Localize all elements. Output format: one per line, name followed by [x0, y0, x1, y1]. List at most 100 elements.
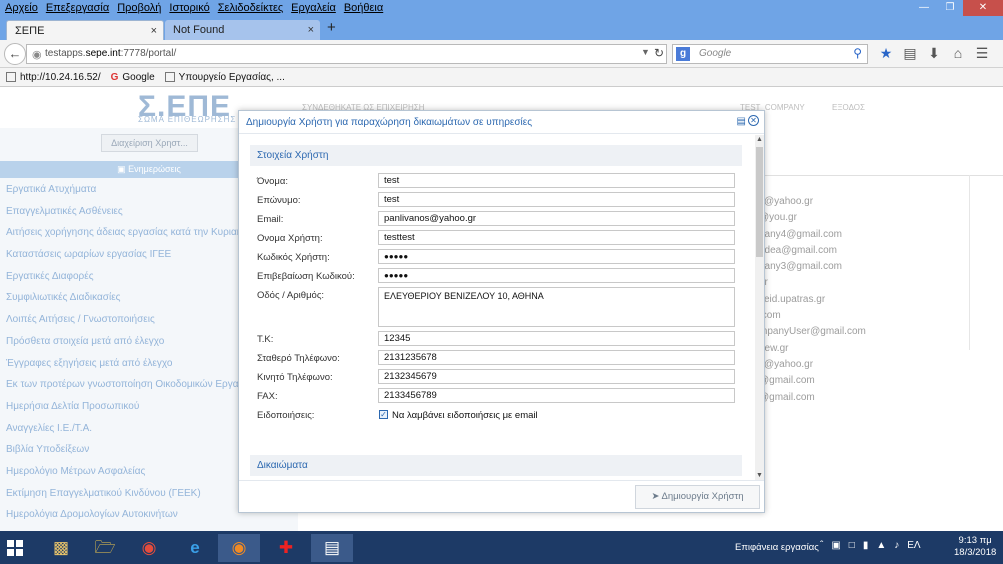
table-row[interactable]: ceid.upatras.gr⚙ [759, 294, 999, 310]
close-tab-icon[interactable]: × [151, 21, 157, 41]
chrome-icon[interactable]: ◉ [128, 534, 170, 562]
restore-icon[interactable]: ❐ [937, 0, 963, 16]
tab-sepe[interactable]: ΣΕΠΕ × [6, 20, 164, 40]
password-field[interactable]: ●●●●● [378, 249, 735, 264]
table-row[interactable]: @gmail.com⚙ [759, 392, 999, 408]
logo-subtitle: ΣΩΜΑ ΕΠΙΘΕΩΡΗΣΗΣ [138, 115, 237, 124]
landline-label: Σταθερό Τηλέφωνο: [257, 353, 340, 364]
tab-title: ΣΕΠΕ [15, 25, 45, 37]
confirm-password-field[interactable]: ●●●●● [378, 268, 735, 283]
new-tab-icon[interactable]: + [327, 19, 336, 36]
table-row[interactable]: @you.gr⚙ [759, 212, 999, 228]
postal-code-field[interactable]: 12345 [378, 331, 735, 346]
explorer-icon[interactable]: ▩ [40, 534, 82, 562]
reload-icon[interactable]: ↻ [654, 46, 664, 60]
menu-tools[interactable]: Εργαλεία [291, 2, 336, 14]
scroll-down-icon[interactable]: ▼ [756, 472, 763, 479]
username-label: Ονομα Χρήστη: [257, 233, 323, 244]
table-row[interactable]: gr⚙ [759, 277, 999, 293]
table-row[interactable]: @gmail.com⚙ [759, 375, 999, 391]
create-user-button[interactable]: ➤ Δημιουργία Χρήστη [635, 485, 760, 509]
notifications-checkbox-label[interactable]: Να λαμβάνει ειδοποιήσεις με email [392, 410, 538, 421]
email-field[interactable]: panlivanos@yahoo.gr [378, 211, 735, 226]
scroll-thumb[interactable] [756, 147, 763, 257]
menu-bookmarks[interactable]: Σελιδοδείκτες [218, 2, 283, 14]
firefox-icon[interactable]: ◉ [218, 534, 260, 562]
search-box[interactable]: g Google ⚲ [672, 44, 868, 64]
internet-explorer-icon[interactable]: e [174, 534, 216, 562]
back-arrow-icon[interactable]: ← [4, 43, 26, 65]
header-logout-link[interactable]: ΕΞΟΔΟΣ [832, 103, 865, 112]
table-row[interactable]: s@yahoo.gr⚙ [759, 196, 999, 212]
table-row[interactable]: mpanyUser@gmail.com⚙ [759, 326, 999, 342]
navigation-bar: ← ◉ testapps.sepe.int:7778/portal/ ▼ ↻ g… [0, 40, 1003, 68]
address-label: Οδός / Αριθμός: [257, 290, 325, 301]
table-row[interactable]: pany4@gmail.com⚙ [759, 229, 999, 245]
search-icon[interactable]: ⚲ [853, 46, 862, 60]
table-row[interactable]: .com⚙ [759, 310, 999, 326]
close-window-icon[interactable]: ✕ [963, 0, 1003, 16]
address-bar[interactable]: ◉ testapps.sepe.int:7778/portal/ ▼ ↻ [26, 44, 667, 64]
bookmark-star-icon[interactable]: ★ [874, 45, 898, 62]
globe-icon: ◉ [32, 49, 42, 61]
tab-bar: ΣΕΠΕ × Not Found × + [0, 16, 1003, 40]
bluetooth-icon[interactable]: □ [849, 540, 855, 551]
download-icon[interactable]: ⬇ [922, 45, 946, 62]
menu-view[interactable]: Προβολή [117, 2, 161, 14]
volume-icon[interactable]: ♪ [894, 540, 899, 551]
manage-users-button[interactable]: Διαχείριση Χρηστ... [101, 134, 198, 152]
window-controls: — ❐ ✕ [911, 0, 1003, 16]
menu-edit[interactable]: Επεξεργασία [46, 2, 109, 14]
menu-file[interactable]: Αρχείο [5, 2, 38, 14]
network-icon[interactable]: ▣ [831, 540, 840, 551]
section-user-info: Στοιχεία Χρήστη [250, 145, 742, 166]
tab-not-found[interactable]: Not Found × [165, 20, 320, 40]
dialog-scrollbar[interactable]: ▲ ▼ [755, 135, 764, 480]
language-indicator[interactable]: ΕΛ [907, 540, 920, 551]
table-row[interactable]: pany3@gmail.com⚙ [759, 261, 999, 277]
google-icon[interactable]: g [676, 47, 690, 61]
folder-icon[interactable]: 🗁 [84, 534, 126, 562]
menu-icon[interactable]: ☰ [970, 45, 994, 62]
app-red-icon[interactable]: ✚ [265, 534, 307, 562]
chevron-down-icon[interactable]: ▼ [641, 47, 650, 57]
address-textarea[interactable]: ΕΛΕΥΘΕΡΙΟΥ ΒΕΝΙΖΕΛΟΥ 10, ΑΘΗΝΑ [378, 287, 735, 327]
home-icon[interactable]: ⌂ [946, 45, 970, 62]
notifications-checkbox[interactable]: ✓ [379, 410, 388, 419]
bookmark-item[interactable]: Υπουργείο Εργασίας, ... [164, 72, 285, 83]
email-column: s@yahoo.gr⚙ @you.gr⚙ pany4@gmail.com⚙ nd… [759, 196, 999, 408]
dialog-footer: ➤ Δημιουργία Χρήστη [239, 480, 764, 513]
clock[interactable]: 9:13 πμ 18/3/2018 [954, 535, 996, 559]
desktop-label[interactable]: Επιφάνεια εργασίας [735, 542, 819, 553]
table-row[interactable]: s@yahoo.gr⚙ [759, 359, 999, 375]
username-field[interactable]: testtest [378, 230, 735, 245]
bookmark-item[interactable]: http://10.24.16.52/ [6, 72, 101, 83]
bookmark-item[interactable]: G Google [111, 72, 155, 83]
table-row[interactable]: ndea@gmail.com⚙ [759, 245, 999, 261]
close-icon[interactable]: ✕ [748, 115, 759, 126]
landline-field[interactable]: 2131235678 [378, 350, 735, 365]
document-icon[interactable]: ▤ [311, 534, 353, 562]
scroll-up-icon[interactable]: ▲ [756, 136, 763, 143]
menu-history[interactable]: Ιστορικό [169, 2, 209, 14]
reading-list-icon[interactable]: ▤ [898, 45, 922, 62]
fax-field[interactable]: 2133456789 [378, 388, 735, 403]
dialog-title: Δημιουργία Χρήστη για παραχώρηση δικαιωμ… [246, 117, 533, 128]
menu-help[interactable]: Βοήθεια [344, 2, 383, 14]
wifi-icon[interactable]: ▲ [876, 540, 886, 551]
mobile-field[interactable]: 2132345679 [378, 369, 735, 384]
system-tray: ˆ ▣ □ ▮ ▲ ♪ ΕΛ [820, 540, 929, 551]
last-name-field[interactable]: test [378, 192, 735, 207]
bookmarks-bar: http://10.24.16.52/ G Google Υπουργείο Ερ… [0, 68, 1003, 87]
taskbar: ▩ 🗁 ◉ e ◉ ✚ ▤ Επιφάνεια εργασίας ˆ ▣ □ ▮… [0, 531, 1003, 564]
first-name-field[interactable]: test [378, 173, 735, 188]
close-tab-icon[interactable]: × [308, 20, 314, 40]
table-row[interactable]: new.gr⚙ [759, 343, 999, 359]
maximize-icon[interactable]: ▤ [737, 116, 746, 127]
section-rights: Δικαιώματα [250, 455, 742, 476]
battery-icon[interactable]: ▮ [863, 540, 869, 551]
windows-start-icon[interactable] [7, 540, 24, 556]
send-icon: ➤ [651, 491, 662, 502]
chevron-up-icon[interactable]: ˆ [820, 540, 823, 551]
minimize-icon[interactable]: — [911, 0, 937, 16]
